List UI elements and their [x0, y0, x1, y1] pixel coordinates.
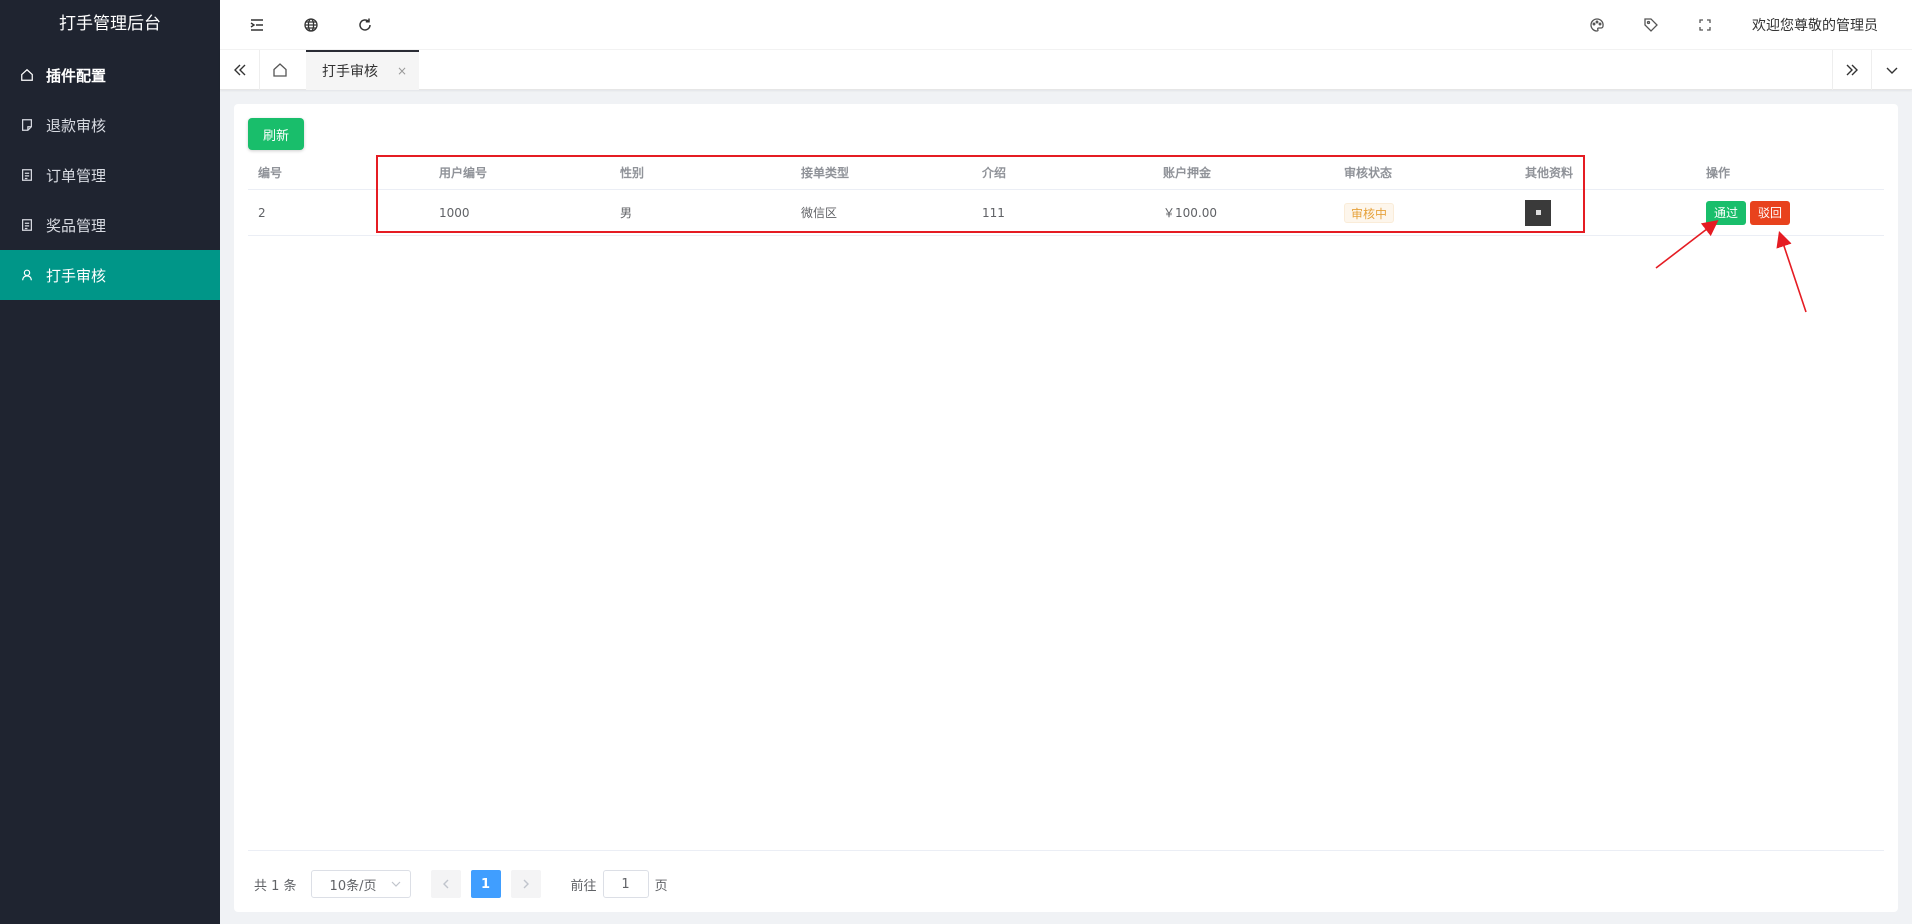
header-order-type: 接单类型 — [801, 166, 850, 180]
sidebar: 打手管理后台 插件配置 退款审核 订单管理 奖品管理 打手审核 — [0, 0, 220, 924]
sidebar-item-label: 订单管理 — [46, 166, 107, 185]
sidebar-item-refund-review[interactable]: 退款审核 — [0, 100, 220, 150]
prev-page-button[interactable] — [430, 870, 461, 898]
sidebar-item-player-review[interactable]: 打手审核 — [0, 250, 220, 300]
header-status: 审核状态 — [1344, 166, 1393, 180]
home-tab-icon[interactable] — [260, 50, 300, 90]
tabs-bar: 打手审核 × — [220, 50, 1912, 90]
sidebar-item-order-management[interactable]: 订单管理 — [0, 150, 220, 200]
pagination: 共 1 条 10条/页 1 前往 页 — [254, 870, 668, 898]
goto-page-input[interactable] — [602, 870, 649, 898]
tab-close-icon[interactable]: × — [397, 64, 407, 78]
attachment-thumbnail[interactable] — [1525, 199, 1551, 226]
user-icon — [20, 268, 34, 282]
tab-player-review[interactable]: 打手审核 × — [306, 50, 419, 90]
cell-actions: 通过 驳回 — [1696, 190, 1884, 235]
document-icon — [20, 168, 34, 182]
table-row: 2 1000 男 微信区 111 ￥100.00 审核中 通过 驳回 — [248, 190, 1884, 236]
cell-user-id: 1000 — [439, 205, 470, 220]
player-table: 编号 用户编号 性别 接单类型 介绍 账户押金 审核状态 其他资料 操作 2 1… — [248, 156, 1884, 236]
goto-page: 前往 页 — [571, 870, 668, 898]
header-user-id: 用户编号 — [439, 166, 488, 180]
approve-button[interactable]: 通过 — [1706, 200, 1746, 225]
refresh-icon[interactable] — [355, 15, 375, 35]
page-number-current[interactable]: 1 — [470, 870, 501, 898]
tab-label: 打手审核 — [322, 64, 378, 80]
next-page-button[interactable] — [510, 870, 541, 898]
cell-status: 审核中 — [1334, 190, 1515, 235]
document-icon — [20, 218, 34, 232]
header-actions: 操作 — [1706, 166, 1731, 180]
status-badge: 审核中 — [1344, 202, 1395, 223]
cell-gender: 男 — [620, 206, 633, 220]
cell-intro: 111 — [982, 205, 1005, 220]
cell-deposit: ￥100.00 — [1163, 206, 1217, 220]
tabs-scroll-right-icon[interactable] — [1832, 50, 1872, 90]
palette-icon[interactable] — [1587, 15, 1607, 35]
header-gender: 性别 — [620, 166, 645, 180]
sidebar-item-label: 打手审核 — [46, 266, 107, 285]
chevron-right-icon — [523, 879, 529, 889]
tabs-scroll-left-icon[interactable] — [220, 50, 260, 90]
table-header: 编号 用户编号 性别 接单类型 介绍 账户押金 审核状态 其他资料 操作 — [248, 156, 1884, 190]
goto-prefix: 前往 — [570, 878, 597, 894]
cell-order-type: 微信区 — [801, 206, 838, 220]
refresh-button[interactable]: 刷新 — [248, 118, 304, 150]
pagination-divider — [248, 850, 1884, 851]
welcome-text[interactable]: 欢迎您尊敬的管理员 — [1752, 15, 1878, 35]
sidebar-item-label: 退款审核 — [46, 116, 107, 135]
globe-icon[interactable] — [301, 15, 321, 35]
tag-icon[interactable] — [1641, 15, 1661, 35]
sidebar-item-label: 奖品管理 — [46, 216, 107, 235]
reject-button[interactable]: 驳回 — [1750, 200, 1790, 225]
chevron-down-icon — [391, 881, 400, 887]
home-icon — [20, 68, 34, 82]
header-other-info: 其他资料 — [1525, 166, 1574, 180]
pagination-total: 共 1 条 — [254, 878, 297, 894]
header-intro: 介绍 — [982, 166, 1007, 180]
image-icon — [1535, 210, 1541, 215]
tabs-dropdown-icon[interactable] — [1872, 50, 1912, 90]
content-card: 刷新 编号 用户编号 性别 接单类型 介绍 账户押金 审核状态 其他资料 操作 … — [234, 104, 1898, 912]
header-id: 编号 — [258, 166, 283, 180]
fullscreen-icon[interactable] — [1695, 15, 1715, 35]
menu-fold-icon[interactable] — [247, 15, 267, 35]
sidebar-item-prize-management[interactable]: 奖品管理 — [0, 200, 220, 250]
sidebar-item-label: 插件配置 — [46, 66, 107, 85]
page-size-value: 10条/页 — [329, 878, 377, 894]
top-header: 欢迎您尊敬的管理员 — [220, 0, 1912, 50]
goto-suffix: 页 — [654, 878, 668, 894]
app-title: 打手管理后台 — [59, 14, 161, 34]
chevron-left-icon — [442, 879, 449, 889]
note-icon — [20, 118, 34, 132]
cell-id: 2 — [258, 205, 266, 220]
sidebar-item-plugin-config[interactable]: 插件配置 — [0, 50, 220, 100]
cell-other-info — [1515, 190, 1696, 235]
page-size-select[interactable]: 10条/页 — [310, 870, 411, 898]
header-deposit: 账户押金 — [1163, 166, 1212, 180]
